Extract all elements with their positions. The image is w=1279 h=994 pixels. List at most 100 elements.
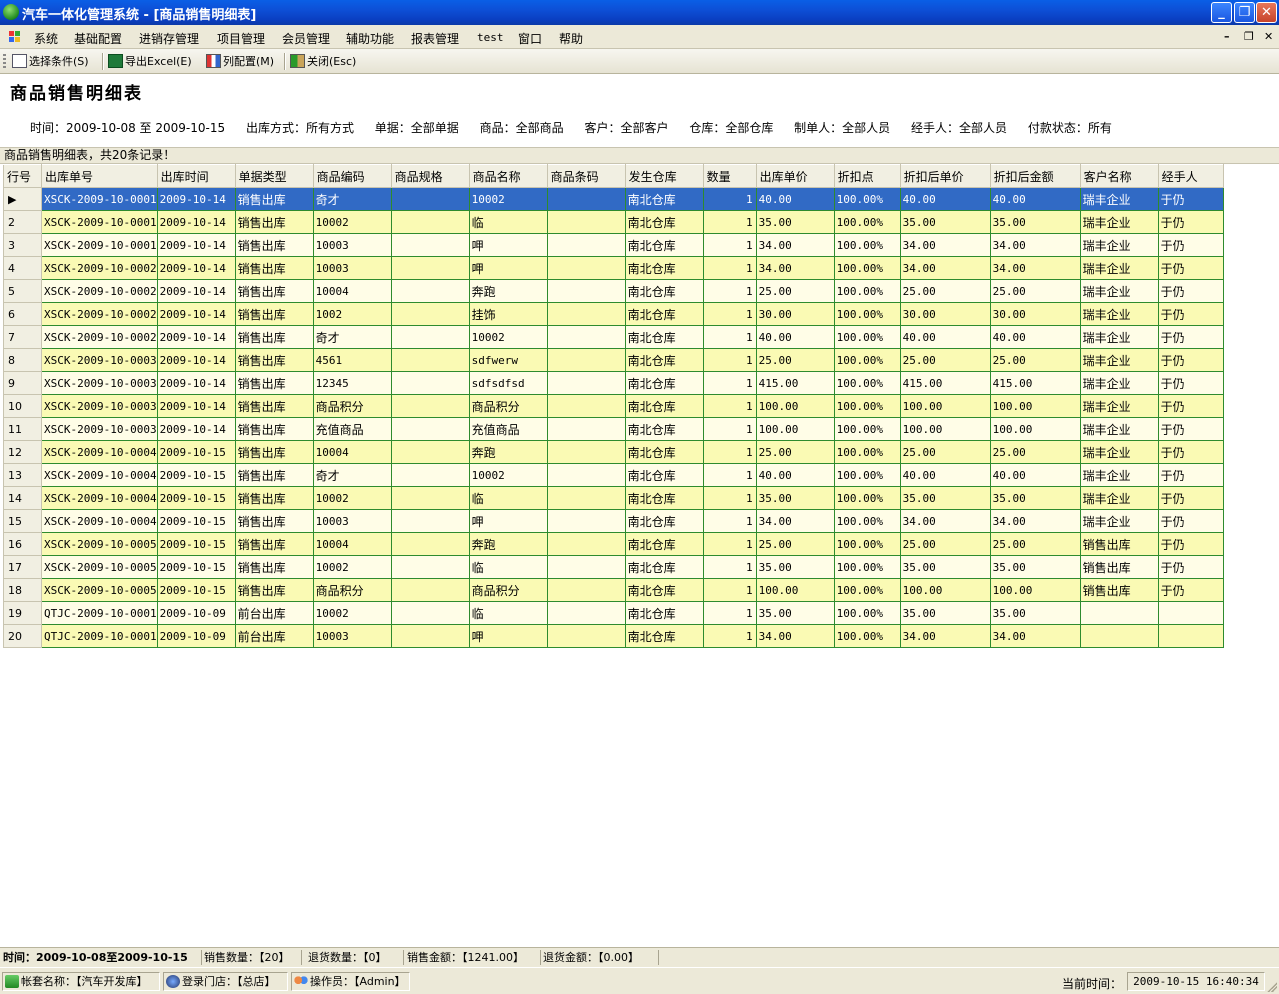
cell-out-doc-no[interactable]: QTJC-2009-10-0001 — [41, 601, 158, 625]
cell-out-time[interactable]: 2009-10-09 — [156, 624, 236, 648]
cell-discounted-price[interactable]: 34.00 — [899, 256, 991, 280]
cell-quantity[interactable]: 1 — [702, 394, 757, 418]
row-indicator[interactable]: 17 — [3, 555, 42, 579]
cell-quantity[interactable]: 1 — [702, 601, 757, 625]
column-header-out-time[interactable]: 出库时间 — [156, 164, 236, 188]
cell-handler[interactable]: 于仍 — [1157, 463, 1224, 487]
cell-product-spec[interactable] — [390, 624, 470, 648]
row-indicator[interactable]: 7 — [3, 325, 42, 349]
cell-discounted-amount[interactable]: 34.00 — [989, 509, 1081, 533]
cell-product-spec[interactable] — [390, 417, 470, 441]
cell-product-code[interactable]: 4561 — [312, 348, 392, 372]
cell-product-name[interactable]: 商品积分 — [468, 394, 548, 418]
row-indicator[interactable]: 12 — [3, 440, 42, 464]
title-bar[interactable]: 汽车一体化管理系统 - [商品销售明细表] _ ❐ ✕ — [0, 0, 1279, 25]
cell-discounted-amount[interactable]: 34.00 — [989, 624, 1081, 648]
cell-handler[interactable]: 于仍 — [1157, 302, 1224, 326]
cell-handler[interactable]: 于仍 — [1157, 578, 1224, 602]
cell-out-time[interactable]: 2009-10-15 — [156, 578, 236, 602]
menu-basic-config[interactable]: 基础配置 — [74, 30, 122, 47]
cell-product-code[interactable]: 10002 — [312, 555, 392, 579]
cell-discounted-price[interactable]: 35.00 — [899, 210, 991, 234]
cell-product-barcode[interactable] — [546, 348, 626, 372]
cell-customer-name[interactable]: 瑞丰企业 — [1079, 348, 1159, 372]
cell-discounted-price[interactable]: 415.00 — [899, 371, 991, 395]
cell-out-doc-no[interactable]: XSCK-2009-10-0001 — [41, 210, 158, 234]
row-indicator[interactable]: 10 — [3, 394, 42, 418]
mdi-close-button[interactable]: ✕ — [1264, 30, 1273, 43]
cell-handler[interactable]: 于仍 — [1157, 256, 1224, 280]
cell-quantity[interactable]: 1 — [702, 417, 757, 441]
cell-unit-price[interactable]: 35.00 — [755, 555, 835, 579]
cell-product-barcode[interactable] — [546, 371, 626, 395]
menu-window[interactable]: 窗口 — [518, 30, 542, 47]
cell-product-name[interactable]: 临 — [468, 486, 548, 510]
column-header-doc-type[interactable]: 单据类型 — [234, 164, 314, 188]
cell-warehouse[interactable]: 南北仓库 — [624, 624, 704, 648]
cell-product-code[interactable]: 充值商品 — [312, 417, 392, 441]
column-header-warehouse[interactable]: 发生仓库 — [624, 164, 704, 188]
cell-product-barcode[interactable] — [546, 624, 626, 648]
cell-product-barcode[interactable] — [546, 417, 626, 441]
table-row[interactable]: 13 XSCK-2009-10-0004 2009-10-15 销售出库 奇才 10002… — [3, 463, 1224, 487]
column-header-product-barcode[interactable]: 商品条码 — [546, 164, 626, 188]
mdi-minimize-button[interactable]: – — [1224, 30, 1230, 43]
cell-handler[interactable]: 于仍 — [1157, 417, 1224, 441]
cell-out-doc-no[interactable]: QTJC-2009-10-0001 — [41, 624, 158, 648]
table-row[interactable]: 5 XSCK-2009-10-0002 2009-10-14 销售出库 10004 奔跑 南… — [3, 279, 1224, 303]
cell-customer-name[interactable]: 瑞丰企业 — [1079, 279, 1159, 303]
row-indicator[interactable]: 11 — [3, 417, 42, 441]
cell-product-barcode[interactable] — [546, 325, 626, 349]
cell-product-code[interactable]: 12345 — [312, 371, 392, 395]
column-header-quantity[interactable]: 数量 — [702, 164, 757, 188]
cell-unit-price[interactable]: 40.00 — [755, 325, 835, 349]
cell-out-doc-no[interactable]: XSCK-2009-10-0001 — [41, 233, 158, 257]
cell-discount[interactable]: 100.00% — [833, 555, 901, 579]
cell-product-spec[interactable] — [390, 302, 470, 326]
row-indicator[interactable]: 15 — [3, 509, 42, 533]
table-row[interactable]: 8 XSCK-2009-10-0003 2009-10-14 销售出库 4561 sdfw… — [3, 348, 1224, 372]
cell-unit-price[interactable]: 25.00 — [755, 440, 835, 464]
cell-product-name[interactable]: 10002 — [468, 325, 548, 349]
cell-discount[interactable]: 100.00% — [833, 210, 901, 234]
cell-discounted-price[interactable]: 35.00 — [899, 486, 991, 510]
cell-product-name[interactable]: 奔跑 — [468, 279, 548, 303]
table-row[interactable]: 18 XSCK-2009-10-0005 2009-10-15 销售出库 商品积分 商品积… — [3, 578, 1224, 602]
cell-product-name[interactable]: 呷 — [468, 256, 548, 280]
cell-discounted-price[interactable]: 100.00 — [899, 394, 991, 418]
cell-product-barcode[interactable] — [546, 256, 626, 280]
cell-warehouse[interactable]: 南北仓库 — [624, 348, 704, 372]
row-indicator[interactable]: 20 — [3, 624, 42, 648]
cell-warehouse[interactable]: 南北仓库 — [624, 256, 704, 280]
cell-doc-type[interactable]: 销售出库 — [234, 394, 314, 418]
cell-product-code[interactable]: 10004 — [312, 279, 392, 303]
cell-product-name[interactable]: sdfsdfsd — [468, 371, 548, 395]
cell-product-code[interactable]: 10002 — [312, 486, 392, 510]
cell-warehouse[interactable]: 南北仓库 — [624, 233, 704, 257]
export-excel-button[interactable]: 导出Excel(E) — [108, 53, 192, 70]
cell-discounted-price[interactable]: 40.00 — [899, 325, 991, 349]
cell-quantity[interactable]: 1 — [702, 233, 757, 257]
cell-product-name[interactable]: 10002 — [468, 463, 548, 487]
table-row[interactable]: 3 XSCK-2009-10-0001 2009-10-14 销售出库 10003 呷 南北… — [3, 233, 1224, 257]
cell-doc-type[interactable]: 销售出库 — [234, 532, 314, 556]
cell-product-name[interactable]: sdfwerw — [468, 348, 548, 372]
column-header-product-name[interactable]: 商品名称 — [468, 164, 548, 188]
cell-customer-name[interactable]: 瑞丰企业 — [1079, 325, 1159, 349]
cell-quantity[interactable]: 1 — [702, 256, 757, 280]
cell-customer-name[interactable]: 瑞丰企业 — [1079, 394, 1159, 418]
cell-discounted-amount[interactable]: 34.00 — [989, 233, 1081, 257]
cell-discounted-price[interactable]: 35.00 — [899, 601, 991, 625]
column-header-customer-name[interactable]: 客户名称 — [1079, 164, 1159, 188]
cell-out-doc-no[interactable]: XSCK-2009-10-0002 — [41, 279, 158, 303]
cell-doc-type[interactable]: 销售出库 — [234, 463, 314, 487]
cell-quantity[interactable]: 1 — [702, 325, 757, 349]
cell-handler[interactable]: 于仍 — [1157, 371, 1224, 395]
resize-grip[interactable] — [1267, 982, 1277, 992]
cell-unit-price[interactable]: 34.00 — [755, 233, 835, 257]
cell-discounted-amount[interactable]: 34.00 — [989, 256, 1081, 280]
cell-discount[interactable]: 100.00% — [833, 624, 901, 648]
cell-out-doc-no[interactable]: XSCK-2009-10-0002 — [41, 302, 158, 326]
cell-handler[interactable]: 于仍 — [1157, 279, 1224, 303]
cell-warehouse[interactable]: 南北仓库 — [624, 440, 704, 464]
